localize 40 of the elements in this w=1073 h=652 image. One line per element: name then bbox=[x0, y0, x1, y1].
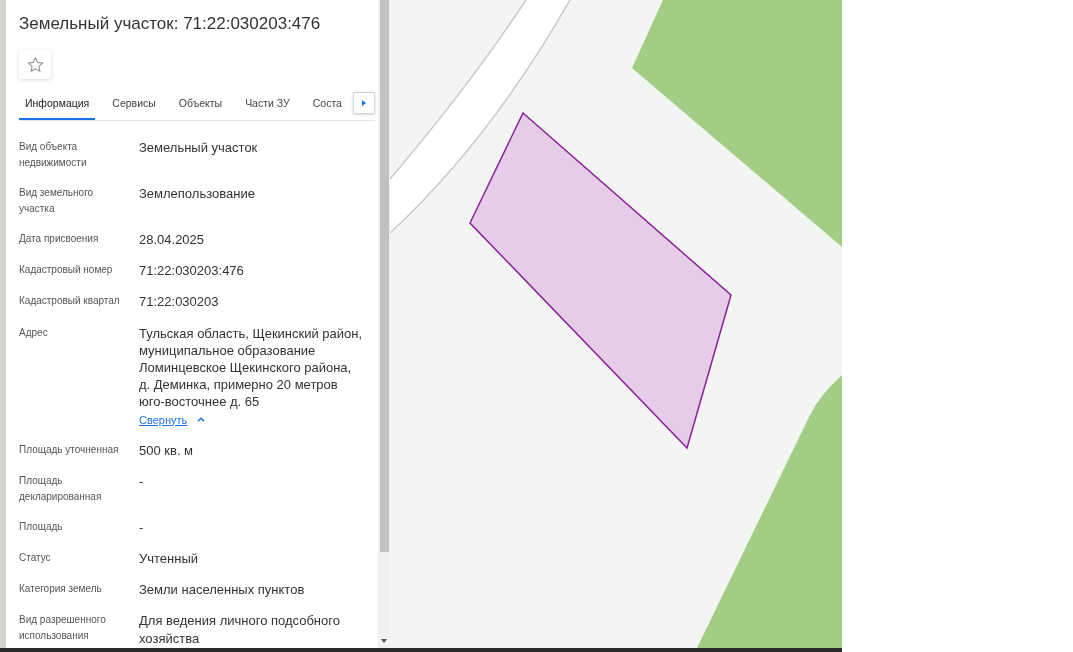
star-icon bbox=[27, 57, 43, 72]
field-value: Для ведения личного подсобного хозяйства bbox=[139, 612, 341, 647]
field-label: Адрес bbox=[19, 325, 49, 340]
field-label: Статус bbox=[19, 551, 52, 566]
field-label: Вид разрешенного использования bbox=[19, 613, 107, 644]
field-value: Учтенный bbox=[139, 550, 199, 568]
favorite-button[interactable] bbox=[19, 50, 51, 79]
field-value: Землепользование bbox=[139, 185, 255, 203]
field-value: - bbox=[139, 472, 144, 491]
field-label: Вид объекта недвижимости bbox=[19, 140, 88, 170]
field-label: Дата присвоения bbox=[19, 232, 100, 246]
collapse-link[interactable]: Свернуть bbox=[139, 411, 206, 428]
field-label: Площадь декларированная bbox=[19, 473, 103, 504]
field-value: Земельный участок bbox=[139, 139, 258, 157]
scrollbar-thumb[interactable] bbox=[379, 0, 389, 552]
panel-title: Земельный участок: 71:22:030203:476 bbox=[19, 13, 322, 35]
tab[interactable]: Части ЗУ bbox=[239, 89, 296, 120]
field-label: Площадь bbox=[19, 519, 64, 534]
field-value: - bbox=[139, 518, 144, 537]
field-value: 71:22:030203 bbox=[139, 293, 219, 311]
field-value: 500 кв. м bbox=[139, 441, 194, 459]
field-value: Земли населенных пунктов bbox=[139, 581, 305, 599]
chevron-up-icon bbox=[197, 417, 206, 423]
field-label: Вид земельного участка bbox=[19, 186, 95, 216]
field-label: Кадастровый квартал bbox=[19, 294, 121, 309]
field-label: Площадь уточненная bbox=[19, 442, 120, 457]
field-value: 28.04.2025 bbox=[139, 231, 205, 249]
field-label: Кадастровый номер bbox=[19, 263, 114, 278]
caret-right-icon bbox=[362, 99, 366, 106]
tab[interactable]: Сервисы bbox=[106, 89, 162, 120]
land-parcel[interactable] bbox=[469, 111, 732, 450]
scrollbar[interactable] bbox=[378, 0, 390, 648]
tabs-scroll-button[interactable] bbox=[353, 91, 375, 114]
field-value: 71:22:030203:476 bbox=[139, 262, 244, 280]
tab[interactable]: Объекты bbox=[172, 89, 229, 120]
scroll-down-arrow-icon[interactable] bbox=[381, 639, 387, 643]
tab[interactable]: Соста bbox=[306, 89, 348, 120]
tab[interactable]: Информация bbox=[19, 89, 96, 120]
field-label: Категория земель bbox=[19, 582, 103, 597]
field-value: Тульская область, Щекинский район, муниципальное образование Ломинцевское Щекинского района, д. Деминка, примерно 20 метров юго-восточнее д. 65 bbox=[139, 324, 364, 411]
